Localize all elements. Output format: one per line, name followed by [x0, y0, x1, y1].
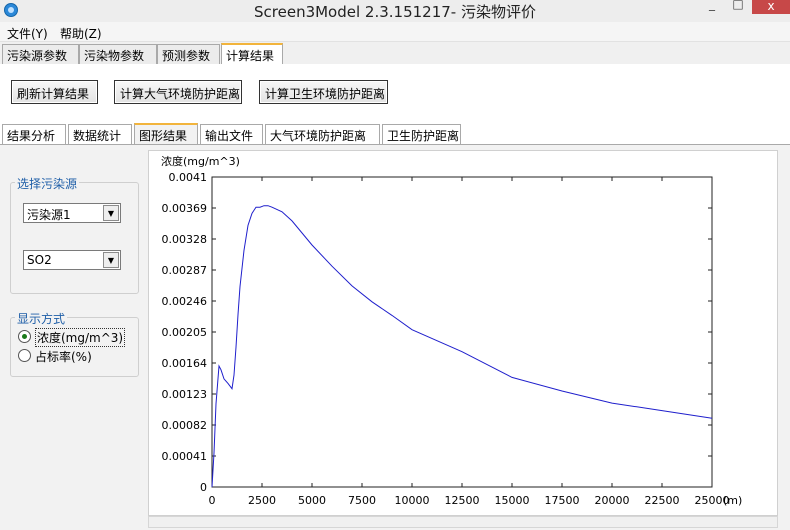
source-combobox[interactable]: 污染源1 ▼ — [23, 203, 121, 223]
window-title: Screen3Model 2.3.151217- 污染物评价 — [254, 3, 536, 21]
y-tick-label: 0.00287 — [162, 264, 208, 277]
maximize-button[interactable]: □ — [729, 0, 747, 11]
sub-tab-row: 结果分析 数据统计 图形结果 输出文件 大气环境防护距离 卫生防护距离 — [0, 123, 790, 144]
source-group-legend: 选择污染源 — [15, 175, 80, 192]
y-tick-label: 0.00082 — [162, 419, 208, 432]
concentration-radio[interactable] — [18, 330, 31, 343]
tab-pollutant-params[interactable]: 污染物参数 — [79, 44, 157, 64]
tab-source-params[interactable]: 污染源参数 — [2, 44, 79, 64]
y-axis-label: 浓度(mg/m^3) — [161, 154, 240, 168]
refresh-results-button[interactable]: 刷新计算结果 — [11, 80, 98, 104]
horizontal-scrollbar[interactable] — [148, 516, 778, 528]
x-tick-label: 12500 — [445, 494, 480, 507]
source-combo-value: 污染源1 — [27, 208, 71, 222]
plot-area-border — [211, 176, 713, 488]
tab-hygiene-protection-distance[interactable]: 卫生防护距离 — [382, 124, 461, 144]
pollutant-combo-value: SO2 — [27, 253, 52, 267]
sub-tab-divider — [0, 144, 790, 145]
tab-prediction-params[interactable]: 预测参数 — [157, 44, 220, 64]
x-tick-label: 0 — [209, 494, 216, 507]
concentration-radio-label[interactable]: 浓度(mg/m^3) — [35, 328, 126, 347]
minimize-button[interactable]: _ — [703, 0, 721, 11]
display-mode-group: 显示方式 — [10, 310, 139, 377]
tab-air-protection-distance[interactable]: 大气环境防护距离 — [265, 124, 380, 144]
pollutant-combobox[interactable]: SO2 ▼ — [23, 250, 121, 270]
chevron-down-icon[interactable]: ▼ — [103, 205, 119, 221]
title-bar: Screen3Model 2.3.151217- 污染物评价 _ □ x — [0, 0, 790, 22]
display-group-legend: 显示方式 — [15, 310, 68, 327]
y-tick-label: 0.00369 — [162, 202, 208, 215]
concentration-chart: 浓度(mg/m^3) 0 0.00041 0.00082 0.00123 0.00164… — [161, 154, 742, 507]
ratio-radio-label[interactable]: 占标率(%) — [35, 348, 92, 365]
calc-hygiene-distance-button[interactable]: 计算卫生环境防护距离 — [259, 80, 388, 104]
y-tick-label: 0.00205 — [162, 326, 208, 339]
x-tick-label: 17500 — [545, 494, 580, 507]
top-tab-row: 污染源参数 污染物参数 预测参数 计算结果 — [0, 43, 790, 64]
y-tick-label: 0.00246 — [162, 295, 208, 308]
x-tick-label: 7500 — [348, 494, 376, 507]
source-select-group: 选择污染源 污染源1 ▼ SO2 ▼ — [10, 175, 139, 294]
chevron-down-icon[interactable]: ▼ — [103, 252, 119, 268]
concentration-line — [211, 205, 713, 488]
y-tick-label: 0.00123 — [162, 388, 208, 401]
tab-result-analysis[interactable]: 结果分析 — [2, 124, 66, 144]
tab-output-file[interactable]: 输出文件 — [200, 124, 263, 144]
x-axis-unit-label: (m) — [723, 494, 742, 507]
y-tick-label: 0.00164 — [162, 357, 208, 370]
y-tick-label: 0.0041 — [169, 171, 208, 184]
y-tick-label: 0.00041 — [162, 450, 208, 463]
menu-file[interactable]: 文件(Y) — [7, 25, 48, 42]
tab-graph-results[interactable]: 图形结果 — [134, 123, 198, 144]
x-tick-label: 15000 — [495, 494, 530, 507]
x-tick-label: 20000 — [595, 494, 630, 507]
x-tick-label: 2500 — [248, 494, 276, 507]
x-tick-label: 5000 — [298, 494, 326, 507]
x-tick-label: 10000 — [395, 494, 430, 507]
y-tick-label: 0 — [200, 481, 207, 494]
chart-frame: 浓度(mg/m^3) 0 0.00041 0.00082 0.00123 0.00164… — [148, 150, 778, 516]
tab-data-stats[interactable]: 数据统计 — [68, 124, 132, 144]
ratio-radio[interactable] — [18, 349, 31, 362]
calc-air-distance-button[interactable]: 计算大气环境防护距离 — [114, 80, 242, 104]
y-tick-label: 0.00328 — [162, 233, 208, 246]
tab-calc-results[interactable]: 计算结果 — [221, 43, 283, 64]
x-tick-label: 22500 — [645, 494, 680, 507]
menu-bar: 文件(Y) 帮助(Z) — [0, 22, 790, 42]
close-button[interactable]: x — [752, 0, 790, 14]
menu-help[interactable]: 帮助(Z) — [60, 25, 102, 42]
